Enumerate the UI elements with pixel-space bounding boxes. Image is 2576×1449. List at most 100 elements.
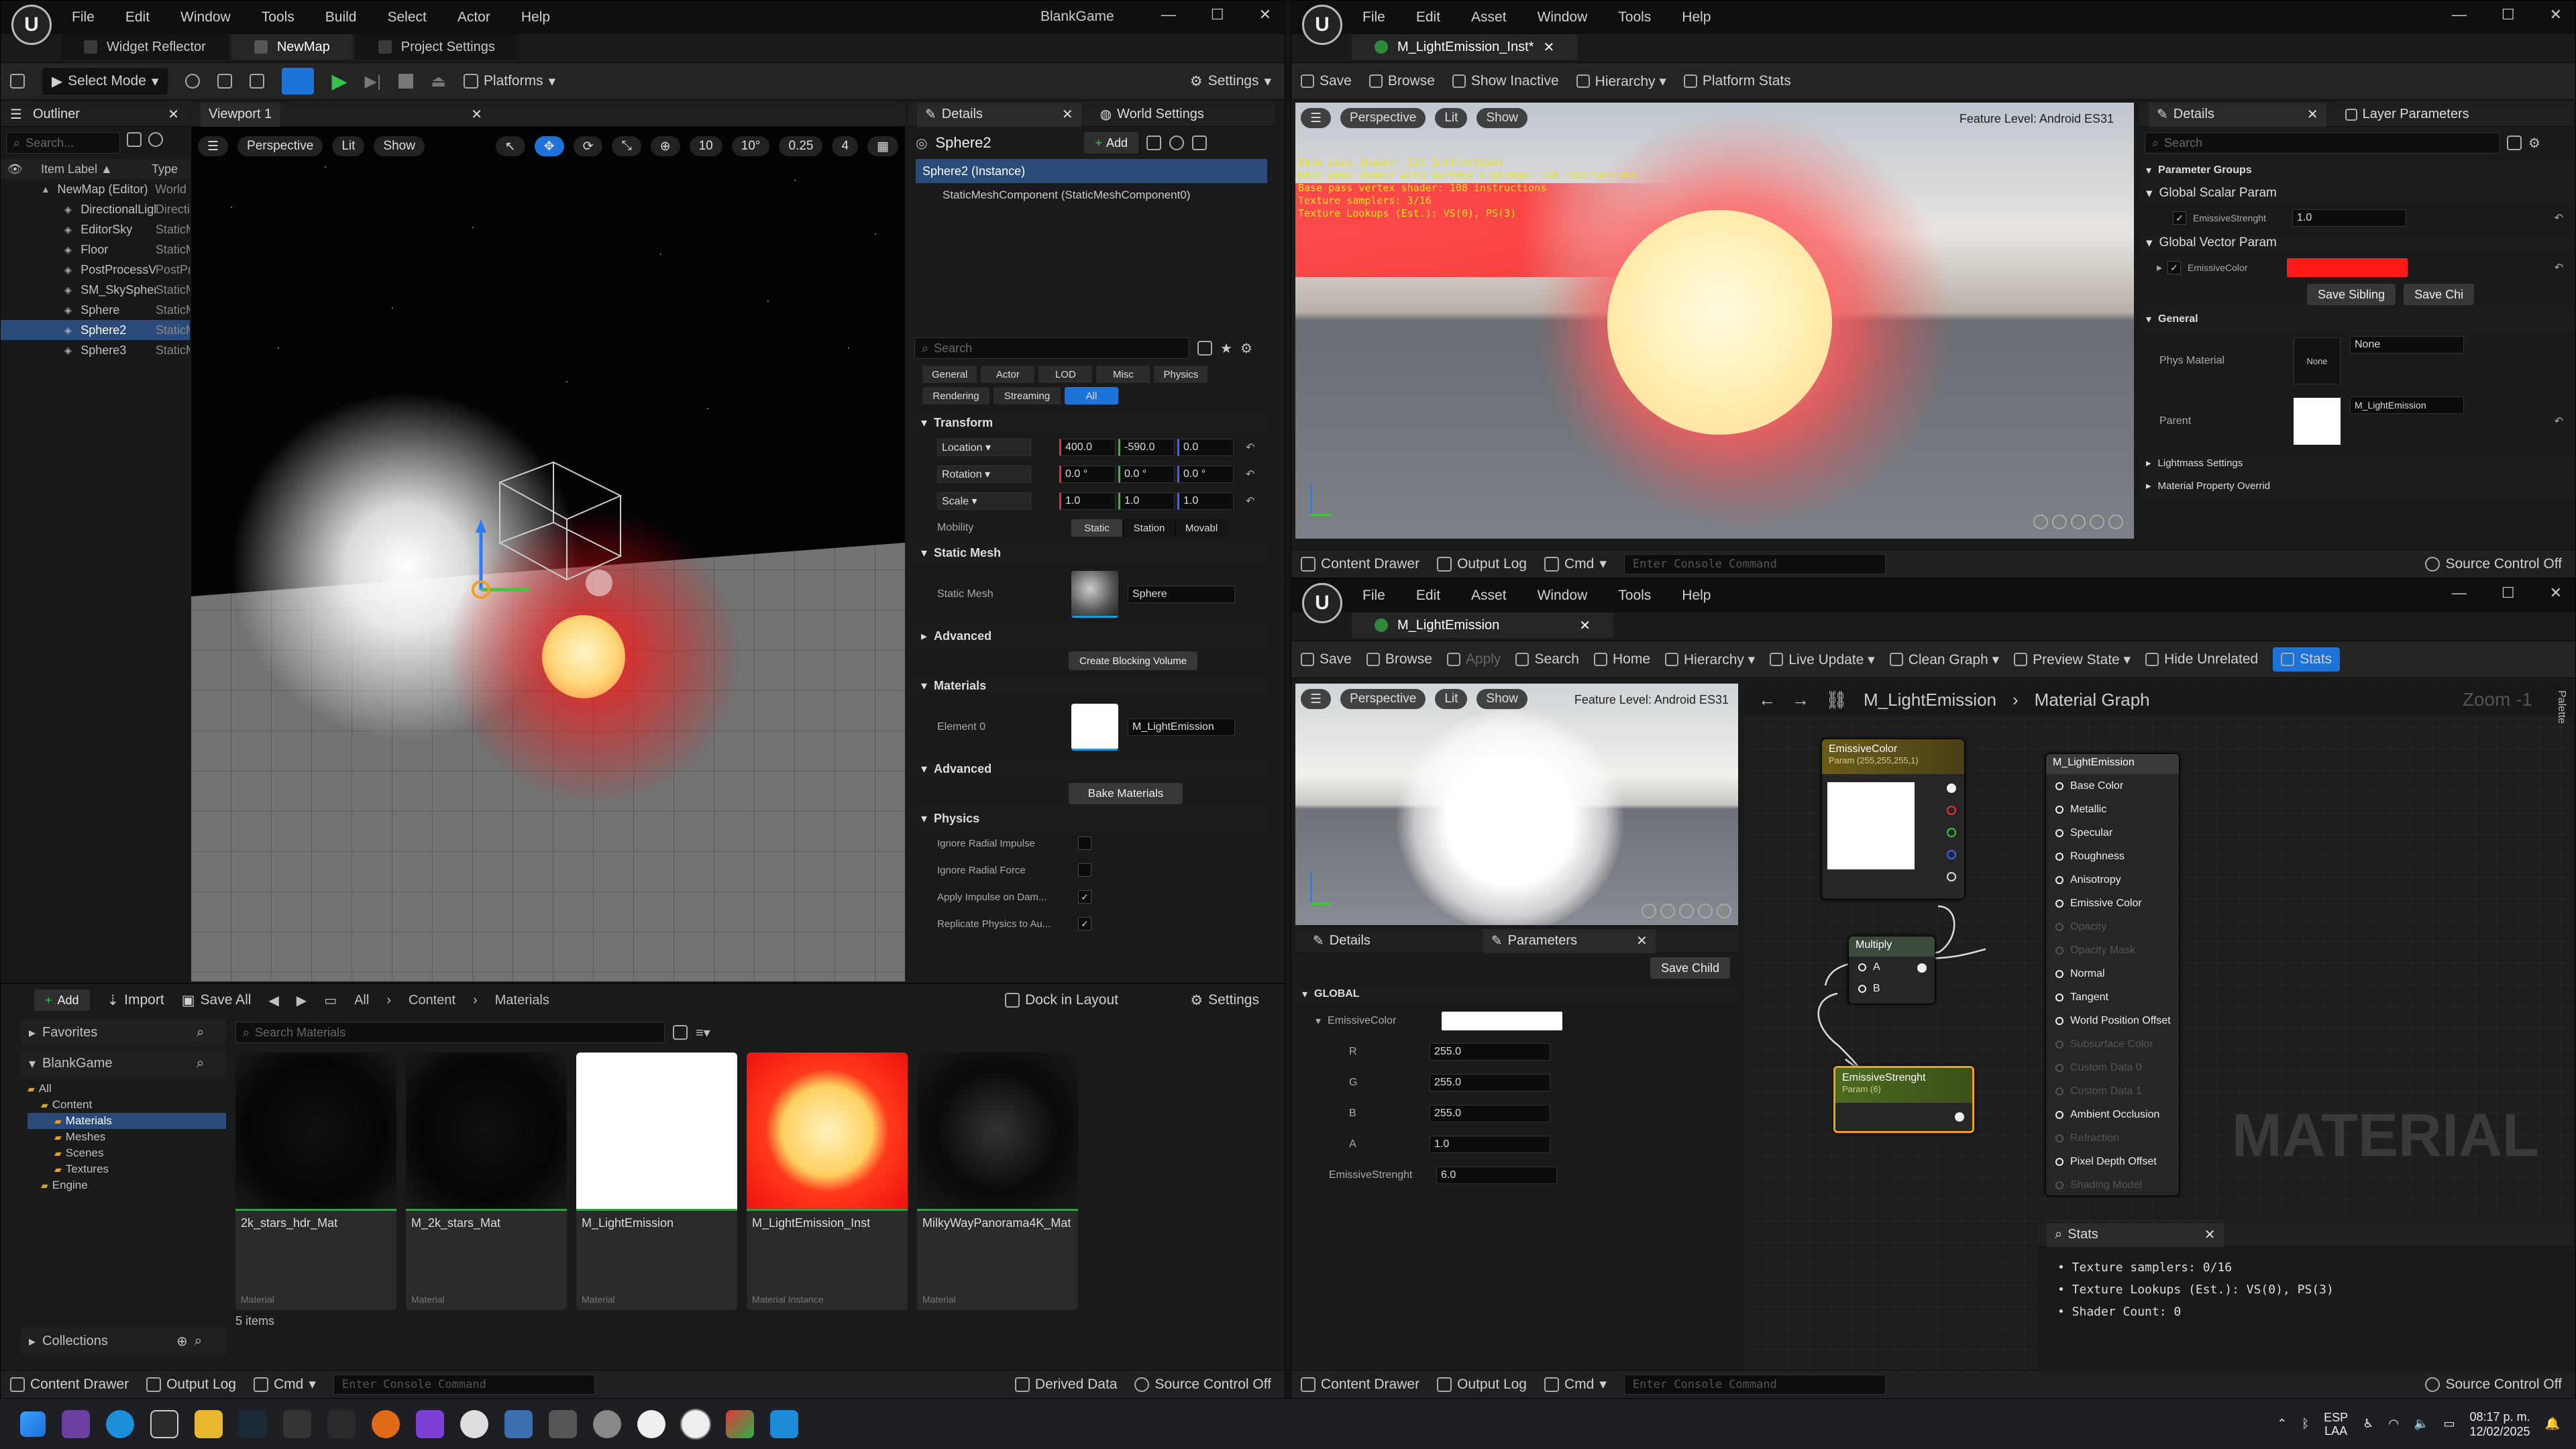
scale-dropdown[interactable]: Scale ▾ [937, 492, 1031, 510]
inst-search-input[interactable]: ⌕ Search [2145, 132, 2500, 154]
folder-all[interactable]: ▰ All [28, 1081, 226, 1097]
section-transform[interactable]: ▾ Transform [914, 411, 1269, 434]
perspective-dropdown[interactable]: Perspective [1340, 108, 1426, 128]
close-icon[interactable]: ✕ [471, 106, 482, 123]
outliner-row[interactable]: ◈ Sphere2 StaticMesh [1, 320, 190, 340]
plane-icon[interactable] [2071, 515, 2086, 529]
menu-item-help[interactable]: Help [521, 9, 550, 25]
add-actor-icon[interactable] [185, 74, 201, 89]
menu-item-edit[interactable]: Edit [1416, 588, 1440, 604]
asset-search-input[interactable]: ⌕ Search Materials [235, 1022, 665, 1043]
search-icon[interactable]: ⌕ [197, 1056, 204, 1071]
g-channel-input[interactable]: 255.0 [1430, 1074, 1550, 1091]
result-pin[interactable]: Anisotropy [2046, 868, 2179, 892]
menu-item-file[interactable]: File [1362, 9, 1385, 25]
steam-icon[interactable] [239, 1409, 267, 1438]
console-input[interactable]: Enter Console Command [1623, 1374, 1886, 1395]
mobility-static[interactable]: Static [1071, 519, 1122, 537]
clock[interactable]: 08:17 p. m. 12/02/2025 [2469, 1409, 2530, 1439]
show-dropdown[interactable]: Show [1477, 108, 1527, 128]
folder-engine[interactable]: ▰ Engine [28, 1177, 226, 1193]
language-indicator[interactable]: ESP LAA [2324, 1411, 2348, 1438]
rotate-tool-icon[interactable]: ⟳ [573, 136, 603, 156]
sphere3[interactable] [586, 570, 612, 596]
filter-streaming[interactable]: Streaming [994, 387, 1061, 405]
section-materials[interactable]: ▾ Materials [914, 674, 1269, 697]
toolbar-live-update[interactable]: Live Update ▾ [1770, 651, 1875, 668]
menu-item-actor[interactable]: Actor [458, 9, 490, 25]
app-icon[interactable] [593, 1409, 621, 1438]
lit-dropdown[interactable]: Lit [1435, 108, 1468, 128]
menu-item-tools[interactable]: Tools [1618, 9, 1651, 25]
maximize-icon[interactable]: ☐ [2502, 6, 2515, 23]
tab-material-instance[interactable]: M_LightEmission_Inst* ✕ [1352, 34, 1578, 60]
a-channel-input[interactable]: 1.0 [1430, 1136, 1550, 1153]
tab-details[interactable]: ✎ Details [1305, 929, 1379, 953]
app-icon[interactable] [726, 1409, 754, 1438]
project-header[interactable]: ▾ BlankGame ⌕ [21, 1050, 226, 1077]
reset-icon[interactable]: ↶ [1246, 468, 1254, 481]
g-output-pin[interactable] [1947, 828, 1956, 837]
toolbar-home[interactable]: Home [1593, 651, 1650, 667]
add-component-button[interactable]: + Add [1084, 132, 1138, 154]
explorer-icon[interactable] [195, 1409, 223, 1438]
emissive-color-swatch[interactable] [1442, 1012, 1563, 1030]
battery-icon[interactable]: ▭ [2443, 1417, 2455, 1431]
filter-misc[interactable]: Misc [1096, 366, 1150, 383]
folder-icon[interactable]: ▭ [324, 992, 337, 1009]
b-output-pin[interactable] [1947, 850, 1956, 859]
col-type[interactable]: Type [152, 162, 178, 176]
save-child-button[interactable]: Save Chi [2404, 284, 2475, 305]
filter-all[interactable]: All [1065, 387, 1118, 405]
reset-icon[interactable]: ↶ [1246, 494, 1254, 508]
viewport-menu-button[interactable]: ☰ [1301, 689, 1332, 709]
cmd-dropdown[interactable]: Cmd ▾ [253, 1376, 316, 1393]
tab-newmap[interactable]: NewMap [231, 34, 353, 60]
asset-tile[interactable]: M_2k_stars_Mat Material [406, 1053, 567, 1310]
reset-icon[interactable]: ↶ [2555, 415, 2563, 428]
add-folder-icon[interactable] [127, 132, 142, 147]
menu-item-file[interactable]: File [1362, 588, 1385, 604]
perspective-dropdown[interactable]: Perspective [237, 136, 323, 156]
settings-dropdown[interactable]: ⚙ Settings ▾ [1190, 73, 1271, 90]
unreal-taskbar-icon-active[interactable] [680, 1408, 711, 1440]
toolbar-hierarchy[interactable]: Hierarchy ▾ [1665, 651, 1755, 668]
output-log-button[interactable]: Output Log [1437, 1377, 1527, 1393]
section-advanced[interactable]: ▸ Advanced [914, 625, 1269, 647]
reset-icon[interactable]: ↶ [2555, 211, 2563, 225]
result-pin[interactable]: Shading Model [2046, 1173, 2179, 1197]
lit-dropdown[interactable]: Lit [332, 136, 365, 156]
cmd-dropdown[interactable]: Cmd ▾ [1544, 555, 1607, 572]
asset-tile[interactable]: 2k_stars_hdr_Mat Material [235, 1053, 396, 1310]
result-pin[interactable]: World Position Offset [2046, 1009, 2179, 1032]
menu-item-asset[interactable]: Asset [1471, 9, 1507, 25]
a-output-pin[interactable] [1947, 872, 1956, 881]
close-icon[interactable]: ✕ [2204, 1226, 2216, 1243]
result-pin[interactable]: Specular [2046, 821, 2179, 845]
content-drawer-button[interactable]: Content Drawer [1301, 1377, 1419, 1393]
blender-icon[interactable] [372, 1409, 400, 1438]
tab-world-settings[interactable]: ◍ World Settings [1092, 103, 1212, 127]
section-global-scalar[interactable]: ▾ Global Scalar Param [2139, 182, 2573, 205]
component-instance-row[interactable]: Sphere2 (Instance) [916, 159, 1267, 183]
outliner-row[interactable]: ◈ DirectionalLightDirectional [1, 199, 190, 219]
tab-details[interactable]: ✎ Details ✕ [2149, 102, 2326, 127]
output-log-button[interactable]: Output Log [1437, 556, 1527, 572]
result-pin[interactable]: Base Color [2046, 774, 2179, 798]
result-pin[interactable]: Metallic [2046, 798, 2179, 821]
import-button[interactable]: ⇣ Import [107, 992, 164, 1009]
world-local-icon[interactable]: ⊕ [650, 136, 680, 156]
output-log-button[interactable]: Output Log [146, 1377, 236, 1393]
epic-games-icon[interactable] [283, 1409, 311, 1438]
show-dropdown[interactable]: Show [1477, 689, 1527, 709]
b-channel-input[interactable]: 255.0 [1430, 1105, 1550, 1122]
close-icon[interactable]: ✕ [1579, 617, 1591, 634]
scale-snap-toggle[interactable]: 0.25 [779, 136, 823, 156]
location-y-input[interactable]: -590.0 [1118, 439, 1175, 456]
toolbar-show-inactive[interactable]: Show Inactive [1452, 73, 1559, 89]
toolbar-apply[interactable]: Apply [1446, 651, 1501, 667]
settings-icon[interactable] [148, 132, 163, 147]
back-icon[interactable]: ◀ [268, 992, 278, 1009]
toolbar-preview-state[interactable]: Preview State ▾ [2014, 651, 2131, 668]
crumb-materials[interactable]: Materials [495, 993, 549, 1008]
